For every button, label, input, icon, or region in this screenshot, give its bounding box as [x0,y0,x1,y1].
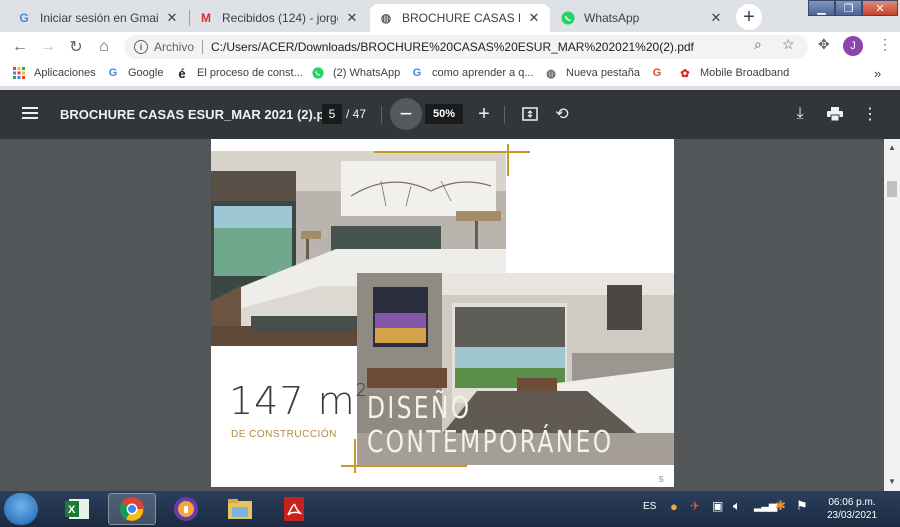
vpn-tray-icon[interactable]: ● [670,499,678,514]
e-accent-icon: é [178,65,186,81]
apps-grid-icon [12,66,26,80]
toolbar-divider [504,106,505,124]
download-icon[interactable]: ⤓ [790,104,810,124]
url-text[interactable]: C:/Users/ACER/Downloads/BROCHURE%20CASAS… [211,40,694,54]
huawei-icon: ✿ [680,67,690,80]
scroll-up-arrow-icon[interactable]: ▲ [888,143,896,152]
extensions-puzzle-icon[interactable]: ✥ [818,36,830,53]
scrollbar-thumb[interactable] [887,181,897,197]
windows-taskbar: X ES ● ✈ ▣ 🔈︎ ▂▃▅ ✱ ⚑ 06:06 p.m. 23/03/2… [0,491,900,527]
page-number-footer: 5 [659,475,664,484]
excel-taskbar-icon[interactable]: X [54,493,102,525]
whatsapp-icon [311,66,325,80]
zoom-magnifier-icon[interactable]: ⌕ [754,36,762,53]
fit-to-page-icon[interactable] [520,104,540,124]
back-arrow-icon[interactable]: ← [10,37,30,57]
volume-icon[interactable]: 🔈︎ [733,498,741,514]
toolbar-divider [381,106,382,124]
close-icon[interactable]: ✕ [708,10,724,26]
acrobat-taskbar-icon[interactable] [270,493,318,525]
clock-time: 06:06 p.m. [828,497,876,508]
clock-date: 23/03/2021 [826,510,878,521]
tab-brochure[interactable]: ◍ BROCHURE CASAS ESUR_I ✕ [370,4,550,32]
security-tray-icon[interactable]: ✈ [690,499,700,513]
device-tray-icon[interactable]: ▣ [712,499,723,513]
close-icon[interactable]: ✕ [344,10,360,26]
bookmark-google[interactable]: G Google [106,66,164,80]
gold-accent-line [507,144,509,176]
bookmark-aprender[interactable]: G como aprender a q... [410,66,534,80]
bookmark-star-icon[interactable]: ☆ [782,36,795,53]
file-explorer-taskbar-icon[interactable] [216,493,264,525]
globe-icon: ◍ [546,67,556,80]
new-tab-button[interactable]: + [736,4,762,30]
page-number-input[interactable]: 5 [322,104,342,124]
signal-strength-icon[interactable]: ▂▃▅ [754,499,777,512]
chrome-taskbar-icon[interactable] [108,493,156,525]
scroll-down-arrow-icon[interactable]: ▼ [888,477,896,486]
pdf-viewer[interactable]: 147 m2 DE CONSTRUCCIÓN DISEÑO CONTEMPORÁ… [0,139,900,491]
bookmark-mobile-broadband[interactable]: ✿ Mobile Broadband [678,66,789,80]
hamburger-menu-icon[interactable] [22,107,38,119]
tab-gmail-inbox[interactable]: M Recibidos (124) - jorge141 ✕ [190,4,368,32]
bookmark-apps[interactable]: Aplicaciones [12,66,96,80]
heading-line-1: DISEÑO [367,391,472,426]
google-icon: G [652,67,662,79]
gold-accent-line [341,465,467,467]
gold-accent-line [354,439,356,473]
google-icon: G [412,67,422,79]
modem-tray-icon[interactable]: ✱ [775,498,786,514]
address-bar[interactable]: i Archivo C:/Users/ACER/Downloads/BROCHU… [124,35,808,59]
bookmark-nueva-pestana[interactable]: ◍ Nueva pestaña [544,66,640,80]
info-icon[interactable]: i [134,40,148,54]
zoom-in-button[interactable]: + [474,103,494,125]
bookmark-google-2[interactable]: G [650,66,672,80]
tab-whatsapp[interactable]: WhatsApp ✕ [552,4,732,32]
tab-strip: G Iniciar sesión en Gmail - O ✕ M Recibi… [0,0,900,32]
more-options-icon[interactable]: ⋮ [860,104,880,124]
zoom-out-button[interactable]: − [390,98,422,130]
bookmark-whatsapp[interactable]: (2) WhatsApp [311,66,400,80]
close-icon[interactable]: ✕ [526,10,542,26]
minimize-button[interactable]: ▁ [808,0,835,16]
maximize-button[interactable]: ❐ [835,0,862,16]
reload-icon[interactable]: ↻ [66,37,86,57]
close-window-button[interactable]: ✕ [862,0,898,16]
heading-line-2: CONTEMPORÁNEO [367,425,614,460]
area-number: 147 m2 [229,379,369,423]
home-icon[interactable]: ⌂ [94,37,114,57]
pdf-toolbar: BROCHURE CASAS ESUR_MAR 2021 (2).pdf 5 /… [0,90,900,139]
print-icon[interactable] [825,104,845,124]
area-caption: DE CONSTRUCCIÓN [231,429,337,440]
pdf-page: 147 m2 DE CONSTRUCCIÓN DISEÑO CONTEMPORÁ… [211,139,674,487]
rotate-icon[interactable]: ⟲ [552,104,572,124]
windows-start-button[interactable] [4,493,38,525]
pdf-document-title: BROCHURE CASAS ESUR_MAR 2021 (2).pdf [60,107,337,122]
gmail-icon: M [201,11,211,25]
google-icon: G [108,67,118,79]
google-icon: G [19,11,29,25]
language-indicator[interactable]: ES [643,501,656,512]
profile-avatar[interactable]: J [843,36,863,56]
taskbar-clock[interactable]: 06:06 p.m. 23/03/2021 [820,496,884,522]
browser-window: G Iniciar sesión en Gmail - O ✕ M Recibi… [0,0,900,527]
zoom-level-input[interactable]: 50% [425,104,463,124]
bookmark-proceso[interactable]: é El proceso de const... [175,65,302,81]
vertical-scrollbar[interactable]: ▲ ▼ [884,139,900,491]
vpn-shield-taskbar-icon[interactable] [162,493,210,525]
more-menu-icon[interactable]: ⋮ [878,36,892,53]
forward-arrow-icon[interactable]: → [38,37,58,57]
close-icon[interactable]: ✕ [164,10,180,26]
bookmarks-overflow-button[interactable]: » [874,66,881,81]
svg-text:X: X [68,504,76,516]
bookmarks-bar: Aplicaciones G Google é El proceso de co… [0,62,900,87]
page-total: / 47 [346,107,367,121]
tab-gmail-login[interactable]: G Iniciar sesión en Gmail - O ✕ [8,4,188,32]
action-center-flag-icon[interactable]: ⚑ [796,498,808,514]
address-divider [202,40,204,54]
globe-icon: ◍ [380,11,392,25]
whatsapp-icon [560,10,576,26]
browser-toolbar: ← → ↻ ⌂ i Archivo C:/Users/ACER/Download… [0,32,900,62]
